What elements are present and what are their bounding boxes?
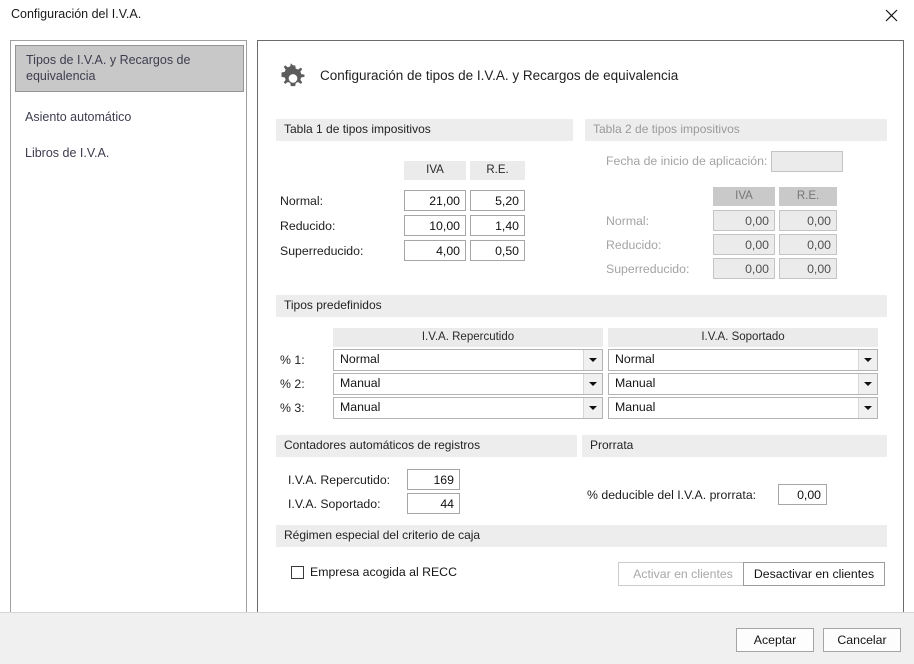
sidebar-item-label: Tipos de I.V.A. y Recargos de equivalenc… (26, 53, 191, 83)
close-button[interactable] (868, 0, 914, 30)
tabla2-col-iva: IVA (713, 187, 775, 206)
predefinidos-section-header: Tipos predefinidos (276, 295, 887, 317)
tabla2-reducido-re-input[interactable] (779, 234, 837, 255)
tabla1-col-re: R.E. (470, 161, 525, 180)
tabla2-row-label-normal: Normal: (606, 214, 650, 228)
predefinidos-soportado-select-3[interactable]: Manual (608, 397, 878, 419)
tabla2-reducido-iva-input[interactable] (713, 234, 775, 255)
predefinidos-soportado-select-2[interactable]: Manual (608, 373, 878, 395)
panel-heading: Configuración de tipos de I.V.A. y Recar… (320, 68, 679, 83)
sidebar: Tipos de I.V.A. y Recargos de equivalenc… (10, 40, 247, 613)
chevron-down-icon[interactable] (583, 398, 602, 418)
tabla1-normal-re-input[interactable] (470, 190, 525, 211)
recc-checkbox[interactable] (291, 565, 304, 579)
tabla1-col-iva: IVA (404, 161, 466, 180)
desactivar-en-clientes-button[interactable]: Desactivar en clientes (743, 562, 885, 586)
sidebar-item-libros-iva[interactable]: Libros de I.V.A. (11, 139, 248, 168)
predefinidos-row-label-3: % 3: (280, 401, 305, 415)
select-value: Manual (340, 376, 381, 390)
dialog-body: Tipos de I.V.A. y Recargos de equivalenc… (0, 30, 914, 613)
tabla2-row-label-reducido: Reducido: (606, 238, 662, 252)
sidebar-item-asiento-automatico[interactable]: Asiento automático (11, 103, 248, 132)
recc-checkbox-label: Empresa acogida al RECC (310, 565, 457, 579)
contadores-repercutido-input[interactable] (407, 469, 460, 490)
predefinidos-repercutido-select-1[interactable]: Normal (333, 349, 603, 371)
sidebar-item-tipos-iva[interactable]: Tipos de I.V.A. y Recargos de equivalenc… (15, 45, 244, 92)
predefinidos-row-label-1: % 1: (280, 353, 305, 367)
tabla1-superreducido-re-input[interactable] (470, 240, 525, 261)
chevron-down-icon[interactable] (583, 350, 602, 370)
contadores-label-soportado: I.V.A. Soportado: (288, 497, 381, 511)
tabla1-superreducido-iva-input[interactable] (404, 240, 466, 261)
tabla2-superreducido-iva-input[interactable] (713, 258, 775, 279)
predefinidos-repercutido-select-2[interactable]: Manual (333, 373, 603, 395)
activar-en-clientes-button[interactable]: Activar en clientes (618, 562, 748, 586)
select-value: Manual (615, 376, 656, 390)
contadores-soportado-input[interactable] (407, 493, 460, 514)
contadores-section-header: Contadores automáticos de registros (276, 435, 577, 457)
tabla2-row-label-superreducido: Superreducido: (606, 262, 690, 276)
tabla2-fecha-label: Fecha de inicio de aplicación: (606, 154, 768, 168)
main-panel: Configuración de tipos de I.V.A. y Recar… (257, 40, 904, 613)
prorrata-input[interactable] (778, 484, 827, 505)
tabla2-normal-re-input[interactable] (779, 210, 837, 231)
select-value: Manual (615, 400, 656, 414)
contadores-label-repercutido: I.V.A. Repercutido: (288, 473, 391, 487)
sidebar-item-label: Asiento automático (25, 110, 132, 124)
cancel-button[interactable]: Cancelar (823, 628, 901, 652)
prorrata-section-header: Prorrata (582, 435, 887, 457)
tabla2-section-header: Tabla 2 de tipos impositivos (585, 119, 887, 141)
chevron-down-icon[interactable] (858, 398, 877, 418)
tabla1-row-label-reducido: Reducido: (280, 219, 336, 233)
tabla2-normal-iva-input[interactable] (713, 210, 775, 231)
tabla1-section-header: Tabla 1 de tipos impositivos (276, 119, 573, 141)
predefinidos-repercutido-select-3[interactable]: Manual (333, 397, 603, 419)
tabla1-reducido-re-input[interactable] (470, 215, 525, 236)
predefinidos-col-soportado: I.V.A. Soportado (608, 328, 878, 347)
tabla2-fecha-input[interactable] (771, 151, 843, 172)
window-title: Configuración del I.V.A. (11, 7, 142, 21)
gear-icon (276, 62, 310, 96)
predefinidos-row-label-2: % 2: (280, 377, 305, 391)
recc-section-header: Régimen especial del criterio de caja (276, 525, 887, 547)
chevron-down-icon[interactable] (858, 374, 877, 394)
tabla1-row-label-normal: Normal: (280, 194, 324, 208)
close-icon (885, 9, 897, 21)
chevron-down-icon[interactable] (583, 374, 602, 394)
predefinidos-soportado-select-1[interactable]: Normal (608, 349, 878, 371)
tabla1-reducido-iva-input[interactable] (404, 215, 466, 236)
prorrata-label: % deducible del I.V.A. prorrata: (587, 488, 757, 502)
recc-checkbox-row[interactable]: Empresa acogida al RECC (291, 565, 457, 579)
tabla2-col-re: R.E. (779, 187, 837, 206)
accept-button[interactable]: Aceptar (736, 628, 814, 652)
chevron-down-icon[interactable] (858, 350, 877, 370)
dialog-footer: Aceptar Cancelar (0, 612, 914, 664)
select-value: Manual (340, 400, 381, 414)
select-value: Normal (615, 352, 655, 366)
tabla1-row-label-superreducido: Superreducido: (280, 244, 364, 258)
predefinidos-col-repercutido: I.V.A. Repercutido (333, 328, 603, 347)
tabla1-normal-iva-input[interactable] (404, 190, 466, 211)
title-bar: Configuración del I.V.A. (0, 0, 914, 30)
select-value: Normal (340, 352, 380, 366)
iva-configuration-dialog: Configuración del I.V.A. Tipos de I.V.A.… (0, 0, 914, 664)
sidebar-item-label: Libros de I.V.A. (25, 146, 110, 160)
tabla2-superreducido-re-input[interactable] (779, 258, 837, 279)
